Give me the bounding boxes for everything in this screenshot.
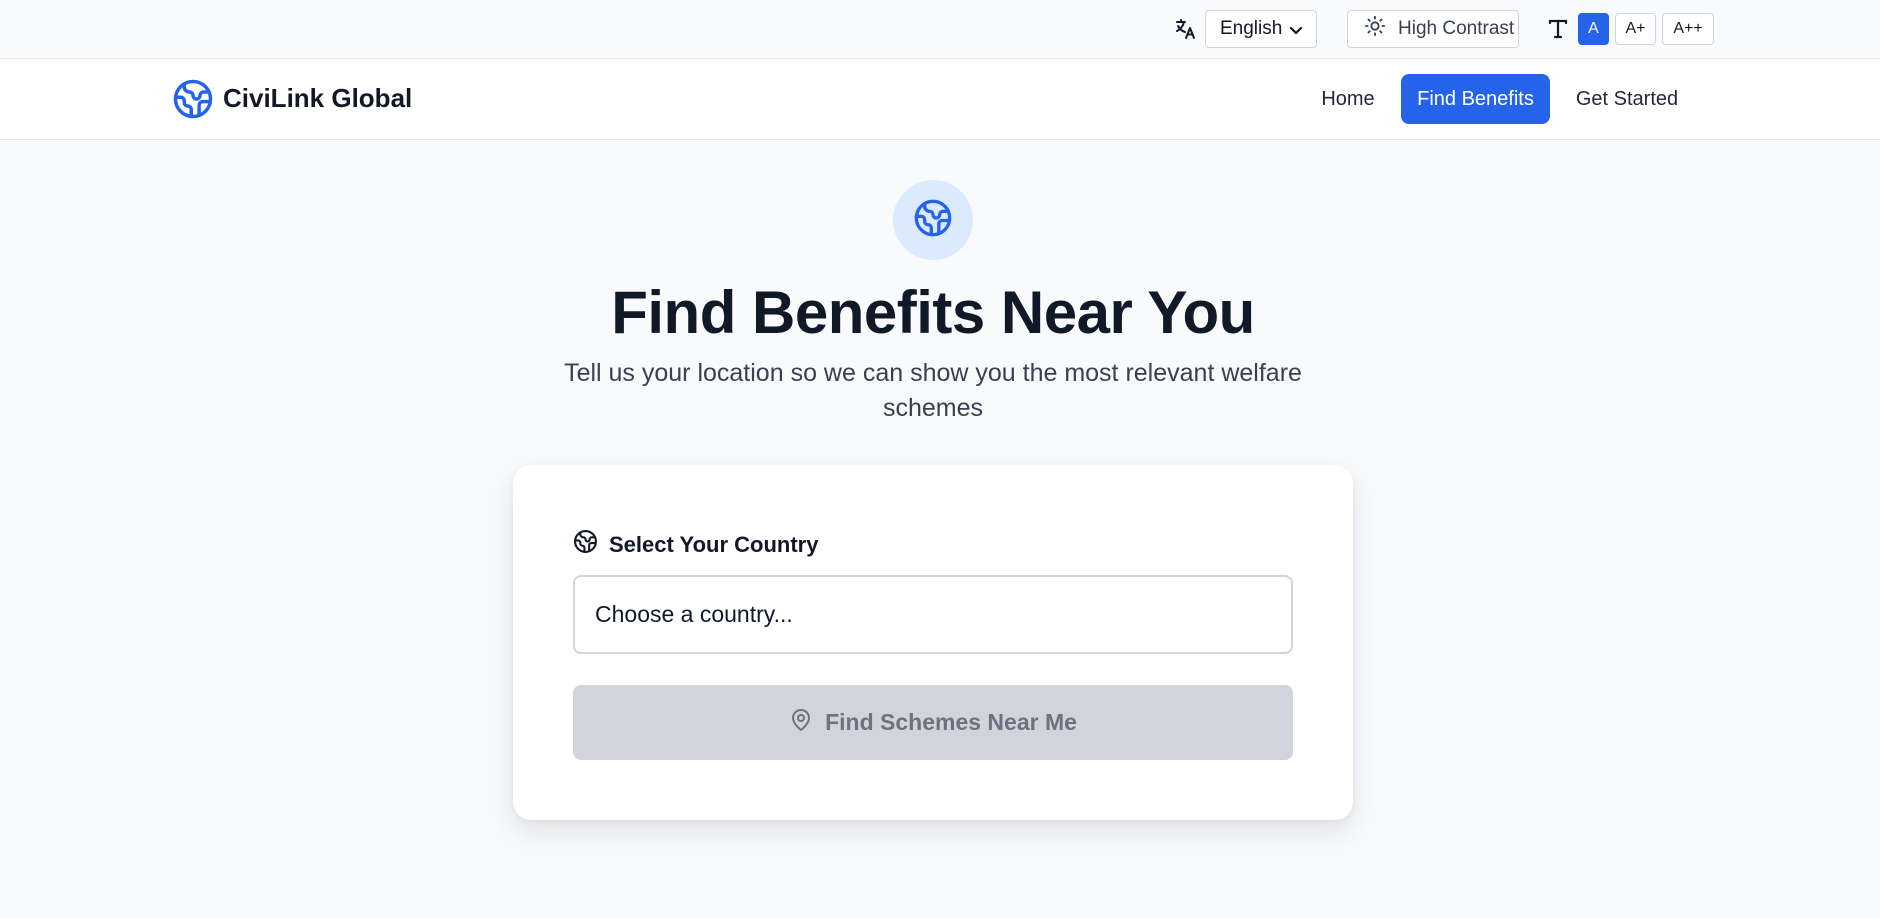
high-contrast-label: High Contrast [1398,18,1515,39]
map-pin-icon [789,708,813,738]
country-label-text: Select Your Country [609,531,819,557]
font-size-large-button[interactable]: A+ [1615,13,1656,45]
translate-icon [1173,17,1197,41]
brand-name[interactable]: CiviLink Global [223,83,412,114]
utility-bar: English High Contrast A A+ A++ [0,0,1880,59]
main-navbar: CiviLink Global Home Find Benefits Get S… [0,59,1880,140]
page-title: Find Benefits Near You [611,279,1255,346]
chevron-down-icon [1288,22,1304,38]
font-size-xlarge-button[interactable]: A++ [1662,13,1714,45]
nav-home-link[interactable]: Home [1312,74,1384,124]
globe-icon [573,529,598,560]
text-size-icon [1546,17,1570,41]
nav-find-benefits-link[interactable]: Find Benefits [1401,74,1550,124]
hero-icon-badge [893,180,973,260]
find-schemes-button[interactable]: Find Schemes Near Me [573,685,1293,760]
sun-icon [1364,15,1386,43]
location-card: Select Your Country Choose a country... … [513,465,1353,820]
globe-icon[interactable] [172,78,214,120]
find-schemes-label: Find Schemes Near Me [825,709,1077,735]
font-size-normal-button[interactable]: A [1578,13,1609,45]
language-value: English [1220,18,1283,39]
country-select-value: Choose a country... [595,601,793,627]
page-subtitle: Tell us your location so we can show you… [564,359,1302,422]
country-field-label: Select Your Country [573,529,818,560]
country-select[interactable]: Choose a country... [573,575,1293,654]
language-select[interactable]: English [1205,10,1317,48]
nav-get-started-link[interactable]: Get Started [1567,74,1687,124]
high-contrast-button[interactable]: High Contrast [1347,10,1519,48]
globe-icon [913,198,953,243]
